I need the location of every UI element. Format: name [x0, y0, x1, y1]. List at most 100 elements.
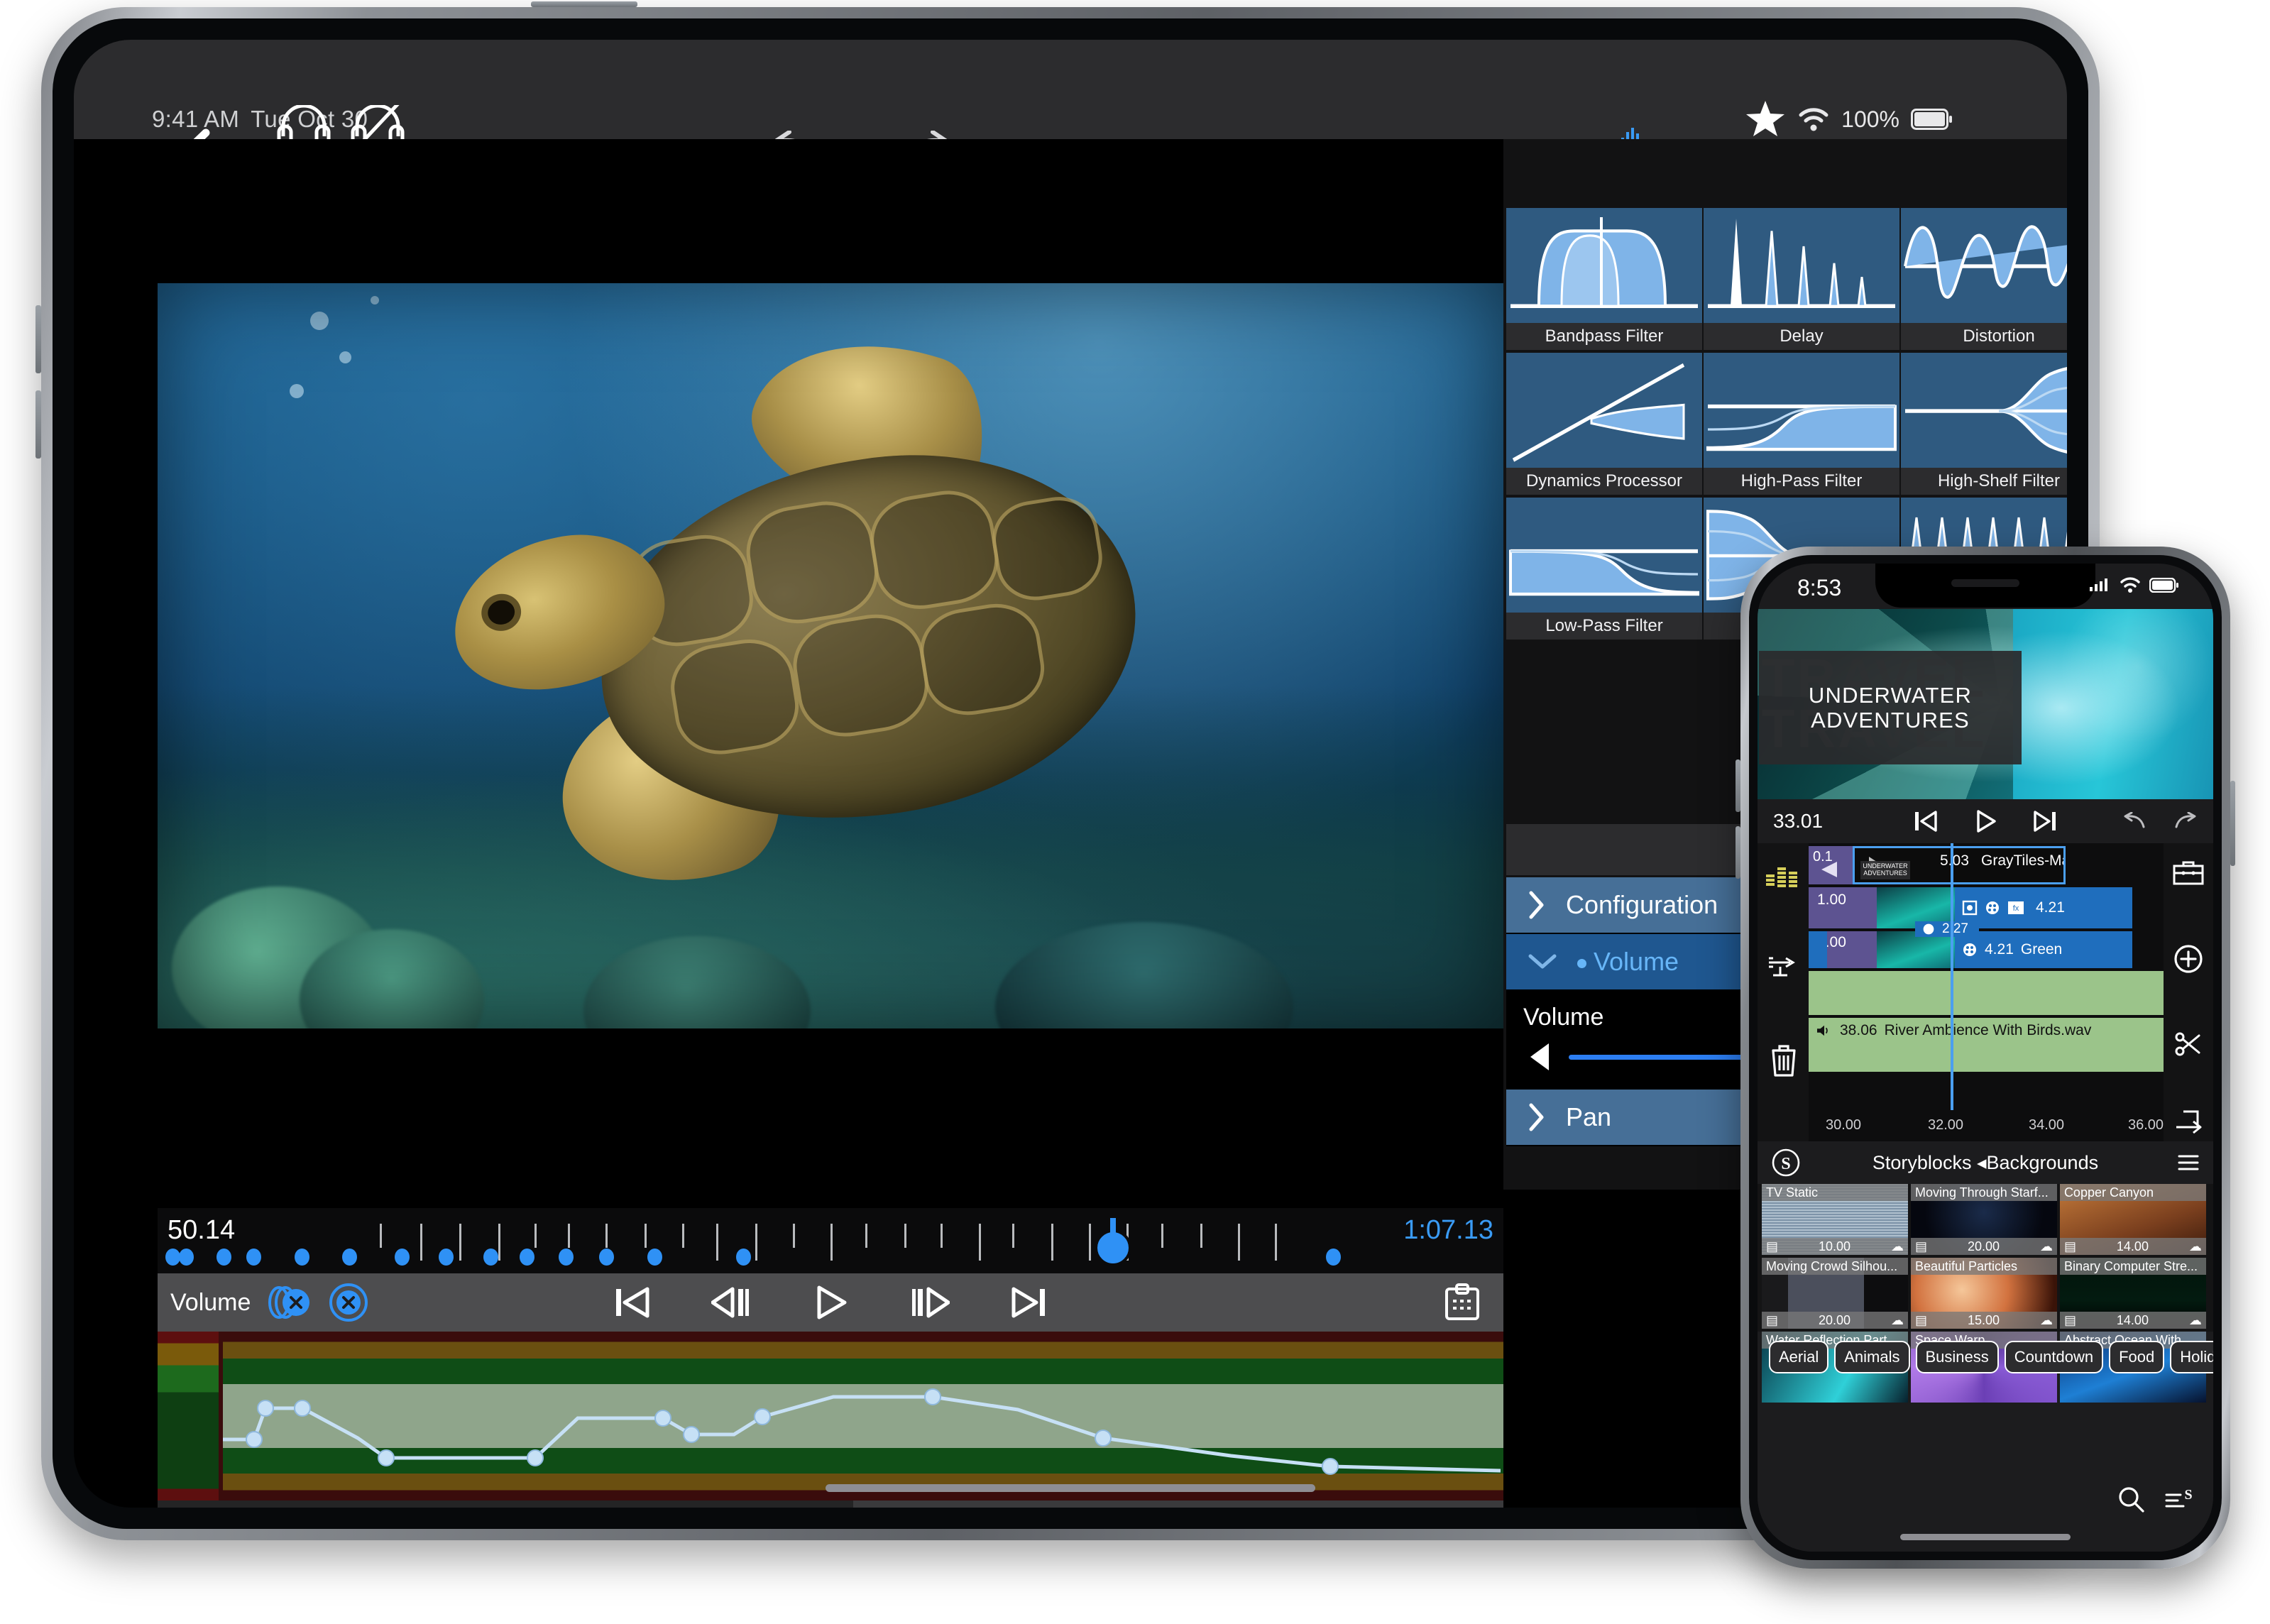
- slider-prev-arrow-icon[interactable]: [1526, 1041, 1553, 1072]
- undo-icon[interactable]: [2122, 812, 2146, 830]
- ipad-volume-up-button[interactable]: [35, 305, 41, 373]
- iphone-playhead[interactable]: [1951, 843, 1953, 1110]
- star-icon[interactable]: [1745, 99, 1786, 139]
- sort-storyblocks-icon[interactable]: S: [2165, 1485, 2195, 1513]
- step-forward-button[interactable]: [910, 1285, 950, 1320]
- video-canvas[interactable]: [158, 283, 1503, 1028]
- media-browser-breadcrumb[interactable]: Storyblocks ◂Backgrounds: [1873, 1152, 2098, 1174]
- ruler-tick: [1238, 1224, 1240, 1261]
- ruler-tick: [865, 1224, 867, 1248]
- toolbox-icon[interactable]: [2172, 859, 2205, 886]
- keyframe-marker[interactable]: [647, 1249, 662, 1266]
- audio-track-selector[interactable]: Audio: [853, 1500, 1503, 1508]
- keyframe-marker[interactable]: [483, 1249, 498, 1266]
- keyframe-marker[interactable]: [520, 1249, 534, 1266]
- clip-duration: 4.21: [2036, 899, 2065, 916]
- ipad-power-button[interactable]: [531, 1, 637, 7]
- clip-video[interactable]: 4.21 Green: [1955, 931, 2132, 968]
- step-backward-button[interactable]: [711, 1285, 751, 1320]
- keyframe-marker[interactable]: [736, 1249, 751, 1266]
- iphone-timeline-tracks[interactable]: 0.1 UNDERWATERADVENTURES: [1809, 843, 2164, 1141]
- category-tag[interactable]: Countdown: [2005, 1341, 2103, 1373]
- category-tag[interactable]: Holidays: [2170, 1341, 2213, 1373]
- effect-cell-delay[interactable]: Delay: [1704, 208, 1899, 350]
- effect-cell-highpass[interactable]: High-Pass Filter: [1704, 353, 1899, 495]
- keyframe-marker[interactable]: [179, 1249, 194, 1266]
- audio-clip-river-ambience[interactable]: 38.06 River Ambience With Birds.wav: [1809, 1018, 2164, 1072]
- media-cell[interactable]: Copper Canyon▤14.00☁: [2060, 1184, 2206, 1255]
- media-meta: ▤10.00☁: [1762, 1238, 1908, 1255]
- iphone-volume-down-button[interactable]: [1736, 826, 1740, 879]
- keyframe-marker[interactable]: [1326, 1249, 1341, 1266]
- ipad-home-indicator[interactable]: [826, 1484, 1315, 1492]
- accordion-label-volume: Volume: [1577, 947, 1679, 977]
- transition-icon[interactable]: [1766, 953, 1800, 980]
- cut-icon[interactable]: [2173, 1029, 2203, 1059]
- keyframe-marker[interactable]: [599, 1249, 614, 1266]
- ruler-label: 30.00: [1826, 1117, 1861, 1134]
- storyblocks-logo-icon[interactable]: S: [1772, 1148, 1800, 1177]
- play-button[interactable]: [1973, 809, 1997, 833]
- skip-to-end-button[interactable]: [1011, 1285, 1048, 1320]
- trash-icon[interactable]: [1769, 1043, 1799, 1077]
- category-tag[interactable]: Business: [1916, 1341, 1999, 1373]
- effect-cell-dynamics[interactable]: Dynamics Processor: [1506, 353, 1702, 495]
- skip-to-end-button[interactable]: [2033, 810, 2057, 833]
- effect-cell-distortion[interactable]: Distortion: [1901, 208, 2067, 350]
- export-icon[interactable]: [2173, 1109, 2203, 1136]
- skip-to-start-button[interactable]: [1914, 810, 1938, 833]
- iphone-video-preview[interactable]: TRAVEL TRAVEL UNDERWATER ADVENTURES: [1758, 609, 2213, 799]
- media-cell[interactable]: TV Static▤10.00☁: [1762, 1184, 1908, 1255]
- keyframe-marker[interactable]: [246, 1249, 261, 1266]
- audio-meter-icon[interactable]: [1765, 860, 1802, 891]
- keyframe-marker[interactable]: [395, 1249, 410, 1266]
- keyframe-marker[interactable]: [216, 1249, 231, 1266]
- keyframe-marker[interactable]: [439, 1249, 454, 1266]
- keyframe-marker[interactable]: [295, 1249, 309, 1266]
- chevron-right-icon: [1528, 890, 1546, 920]
- volume-envelope[interactable]: [223, 1332, 1501, 1500]
- clipboard-icon[interactable]: [1442, 1283, 1482, 1322]
- clip-partial[interactable]: [1809, 931, 1827, 968]
- ruler-tick: [793, 1224, 795, 1248]
- category-tag[interactable]: Aerial: [1769, 1341, 1828, 1373]
- media-cell[interactable]: Moving Crowd Silhou...▤20.00☁: [1762, 1258, 1908, 1329]
- effect-cell-highshelf[interactable]: High-Shelf Filter: [1901, 353, 2067, 495]
- audio-track[interactable]: [158, 1332, 1503, 1500]
- iphone-home-indicator[interactable]: [1900, 1534, 2071, 1540]
- media-cell[interactable]: Moving Through Starf...▤20.00☁: [1911, 1184, 2057, 1255]
- media-cell[interactable]: Binary Computer Stre...▤14.00☁: [2060, 1258, 2206, 1329]
- transport-bar: Volume: [158, 1273, 1503, 1332]
- media-cell[interactable]: Beautiful Particles▤15.00☁: [1911, 1258, 2057, 1329]
- iphone-volume-up-button[interactable]: [1736, 759, 1740, 812]
- clip-duration: 4.21: [1985, 941, 2014, 958]
- iphone-timeline[interactable]: 0.1 UNDERWATERADVENTURES: [1758, 843, 2213, 1141]
- keyframe-marker[interactable]: [165, 1249, 180, 1266]
- redo-icon[interactable]: [2173, 812, 2198, 830]
- skip-to-start-button[interactable]: [613, 1285, 650, 1320]
- timeline-ruler[interactable]: 50.14 1:07.13: [158, 1208, 1503, 1273]
- effect-cell-lowpass[interactable]: Low-Pass Filter: [1506, 498, 1702, 640]
- ipad-volume-down-button[interactable]: [35, 390, 41, 459]
- audio-track-waveform[interactable]: [1809, 971, 2164, 1015]
- iphone-power-button[interactable]: [2230, 781, 2235, 866]
- remove-keyframe-icon[interactable]: [329, 1283, 368, 1322]
- list-view-icon[interactable]: [2176, 1151, 2200, 1175]
- clip-name: Green: [2021, 941, 2062, 958]
- color-palette-icon: [1922, 923, 1935, 936]
- clip-transition[interactable]: 1.00: [1809, 887, 1877, 928]
- search-icon[interactable]: [2117, 1485, 2145, 1513]
- play-button[interactable]: [812, 1284, 849, 1321]
- clip-selected-video[interactable]: UNDERWATERADVENTURES 5.03 GrayTiles-Mai: [1853, 846, 2066, 884]
- category-tag[interactable]: Animals: [1834, 1341, 1909, 1373]
- clip-transition[interactable]: 0.1: [1809, 846, 1853, 884]
- clip-video[interactable]: fx 4.21: [1955, 887, 2132, 928]
- keyframe-marker[interactable]: [559, 1249, 574, 1266]
- clip-badge[interactable]: 2.27: [1915, 921, 1979, 937]
- category-tag[interactable]: Food: [2109, 1341, 2164, 1373]
- effect-cell-bandpass[interactable]: Bandpass Filter: [1506, 208, 1702, 350]
- remove-all-keyframes-icon[interactable]: [266, 1284, 313, 1321]
- add-icon[interactable]: [2173, 944, 2203, 974]
- playhead[interactable]: [1087, 1217, 1139, 1268]
- keyframe-marker[interactable]: [342, 1249, 357, 1266]
